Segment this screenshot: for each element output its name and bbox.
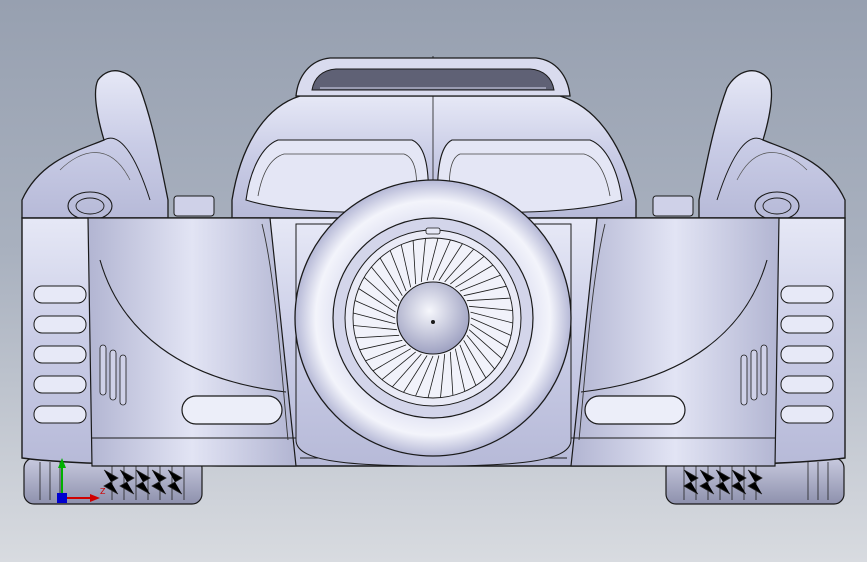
triad-z-label: Z	[100, 487, 106, 496]
right-tail-fin	[698, 70, 846, 221]
graphics-viewport[interactable]: Z	[0, 0, 867, 562]
left-tail-light	[181, 395, 283, 425]
right-canopy-vent	[652, 195, 694, 217]
cad-model-view[interactable]: Z	[0, 0, 867, 562]
right-tail-light	[584, 395, 686, 425]
roof-hatch	[295, 57, 571, 97]
left-tail-fin	[21, 70, 169, 221]
left-canopy-vent	[173, 195, 215, 217]
jet-turbine	[294, 179, 572, 467]
